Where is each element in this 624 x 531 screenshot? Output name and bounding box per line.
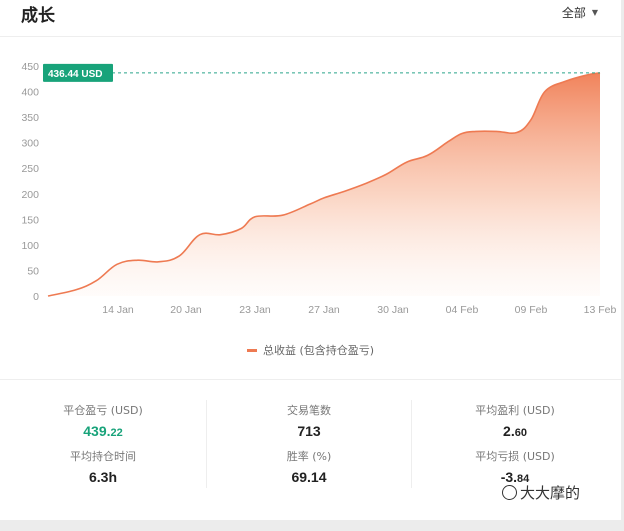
x-tick-label: 27 Jan [308, 304, 340, 316]
stat-label: 平均盈利 (USD) [475, 404, 555, 417]
series-area-fill [48, 72, 600, 297]
y-tick-label: 0 [33, 291, 39, 303]
stat-label: 平均持仓时间 [70, 450, 136, 463]
y-tick-label: 350 [21, 112, 39, 124]
stat-label: 平均亏损 (USD) [475, 450, 555, 463]
stat-label: 平仓盈亏 (USD) [63, 404, 143, 417]
stat-value: 439.22 [0, 423, 206, 439]
y-tick-label: 300 [21, 138, 39, 150]
stat-value: 69.14 [291, 469, 327, 485]
stat-value: 6.3h [88, 469, 117, 485]
x-tick-label: 04 Feb [446, 304, 479, 316]
x-tick-label: 13 Feb [584, 304, 617, 316]
stat-avg-profit: 平均盈利 (USD) 2.60 [412, 402, 618, 448]
stat-value: 713 [297, 423, 321, 439]
stat-closed-pnl: 平仓盈亏 (USD) 439.22 [0, 402, 206, 448]
range-filter-dropdown[interactable]: 全部 ▼ [562, 4, 598, 21]
stat-label: 交易笔数 [287, 404, 331, 417]
stats-column-2: 交易笔数 713 胜率 (%) 69.14 [206, 400, 412, 488]
panel-header: 成长 全部 ▼ [0, 0, 621, 37]
stat-trade-count: 交易笔数 713 [207, 402, 411, 448]
x-tick-label: 20 Jan [170, 304, 202, 316]
legend-swatch [246, 348, 257, 352]
x-tick-label: 14 Jan [102, 304, 134, 316]
growth-panel: 成长 全部 ▼ 0 50 100 150 200 250 300 350 400 450 14 J… [0, 0, 621, 520]
stat-value-int: 2. [503, 423, 515, 439]
panel-title: 成长 [21, 6, 55, 26]
stat-win-rate: 胜率 (%) 69.14 [207, 448, 411, 494]
stat-value-int: 439. [83, 423, 111, 439]
y-tick-label: 50 [27, 265, 39, 277]
stat-avg-hold-time: 平均持仓时间 6.3h [0, 448, 206, 494]
stat-value-dec: 22 [110, 427, 123, 439]
range-filter-label: 全部 [561, 6, 586, 20]
x-tick-label: 30 Jan [377, 304, 409, 316]
stat-label: 胜率 (%) [286, 450, 332, 463]
max-value-label: 436.44 USD [48, 69, 102, 80]
growth-chart-svg: 0 50 100 150 200 250 300 350 400 450 14 Jan 20 Jan… [21, 61, 617, 316]
x-tick-label: 23 Jan [239, 304, 271, 316]
y-tick-label: 200 [21, 189, 39, 201]
max-value-badge: 436.44 USD [43, 63, 113, 82]
weibo-logo-icon [502, 485, 517, 500]
watermark-text: 大大摩的 [520, 484, 581, 502]
watermark: 大大摩的 [502, 482, 580, 503]
y-tick-label: 150 [21, 214, 39, 226]
y-tick-label: 100 [21, 240, 39, 252]
stats-column-3: 平均盈利 (USD) 2.60 平均亏损 (USD) -3.84 [412, 402, 618, 494]
legend-label: 总收益 (包含持仓盈亏) [262, 344, 375, 357]
stats-column-1: 平仓盈亏 (USD) 439.22 平均持仓时间 6.3h [0, 402, 206, 494]
x-tick-label: 09 Feb [515, 304, 548, 316]
y-tick-label: 450 [21, 61, 39, 73]
growth-chart: 0 50 100 150 200 250 300 350 400 450 14 Jan 20 Jan… [0, 38, 621, 378]
y-tick-label: 400 [21, 87, 39, 99]
chart-legend[interactable]: 总收益 (包含持仓盈亏) [0, 342, 621, 358]
stat-value: 2.60 [412, 423, 618, 439]
caret-down-icon: ▼ [591, 8, 598, 17]
y-tick-label: 250 [21, 163, 39, 175]
stat-value-dec: 60 [514, 427, 527, 439]
